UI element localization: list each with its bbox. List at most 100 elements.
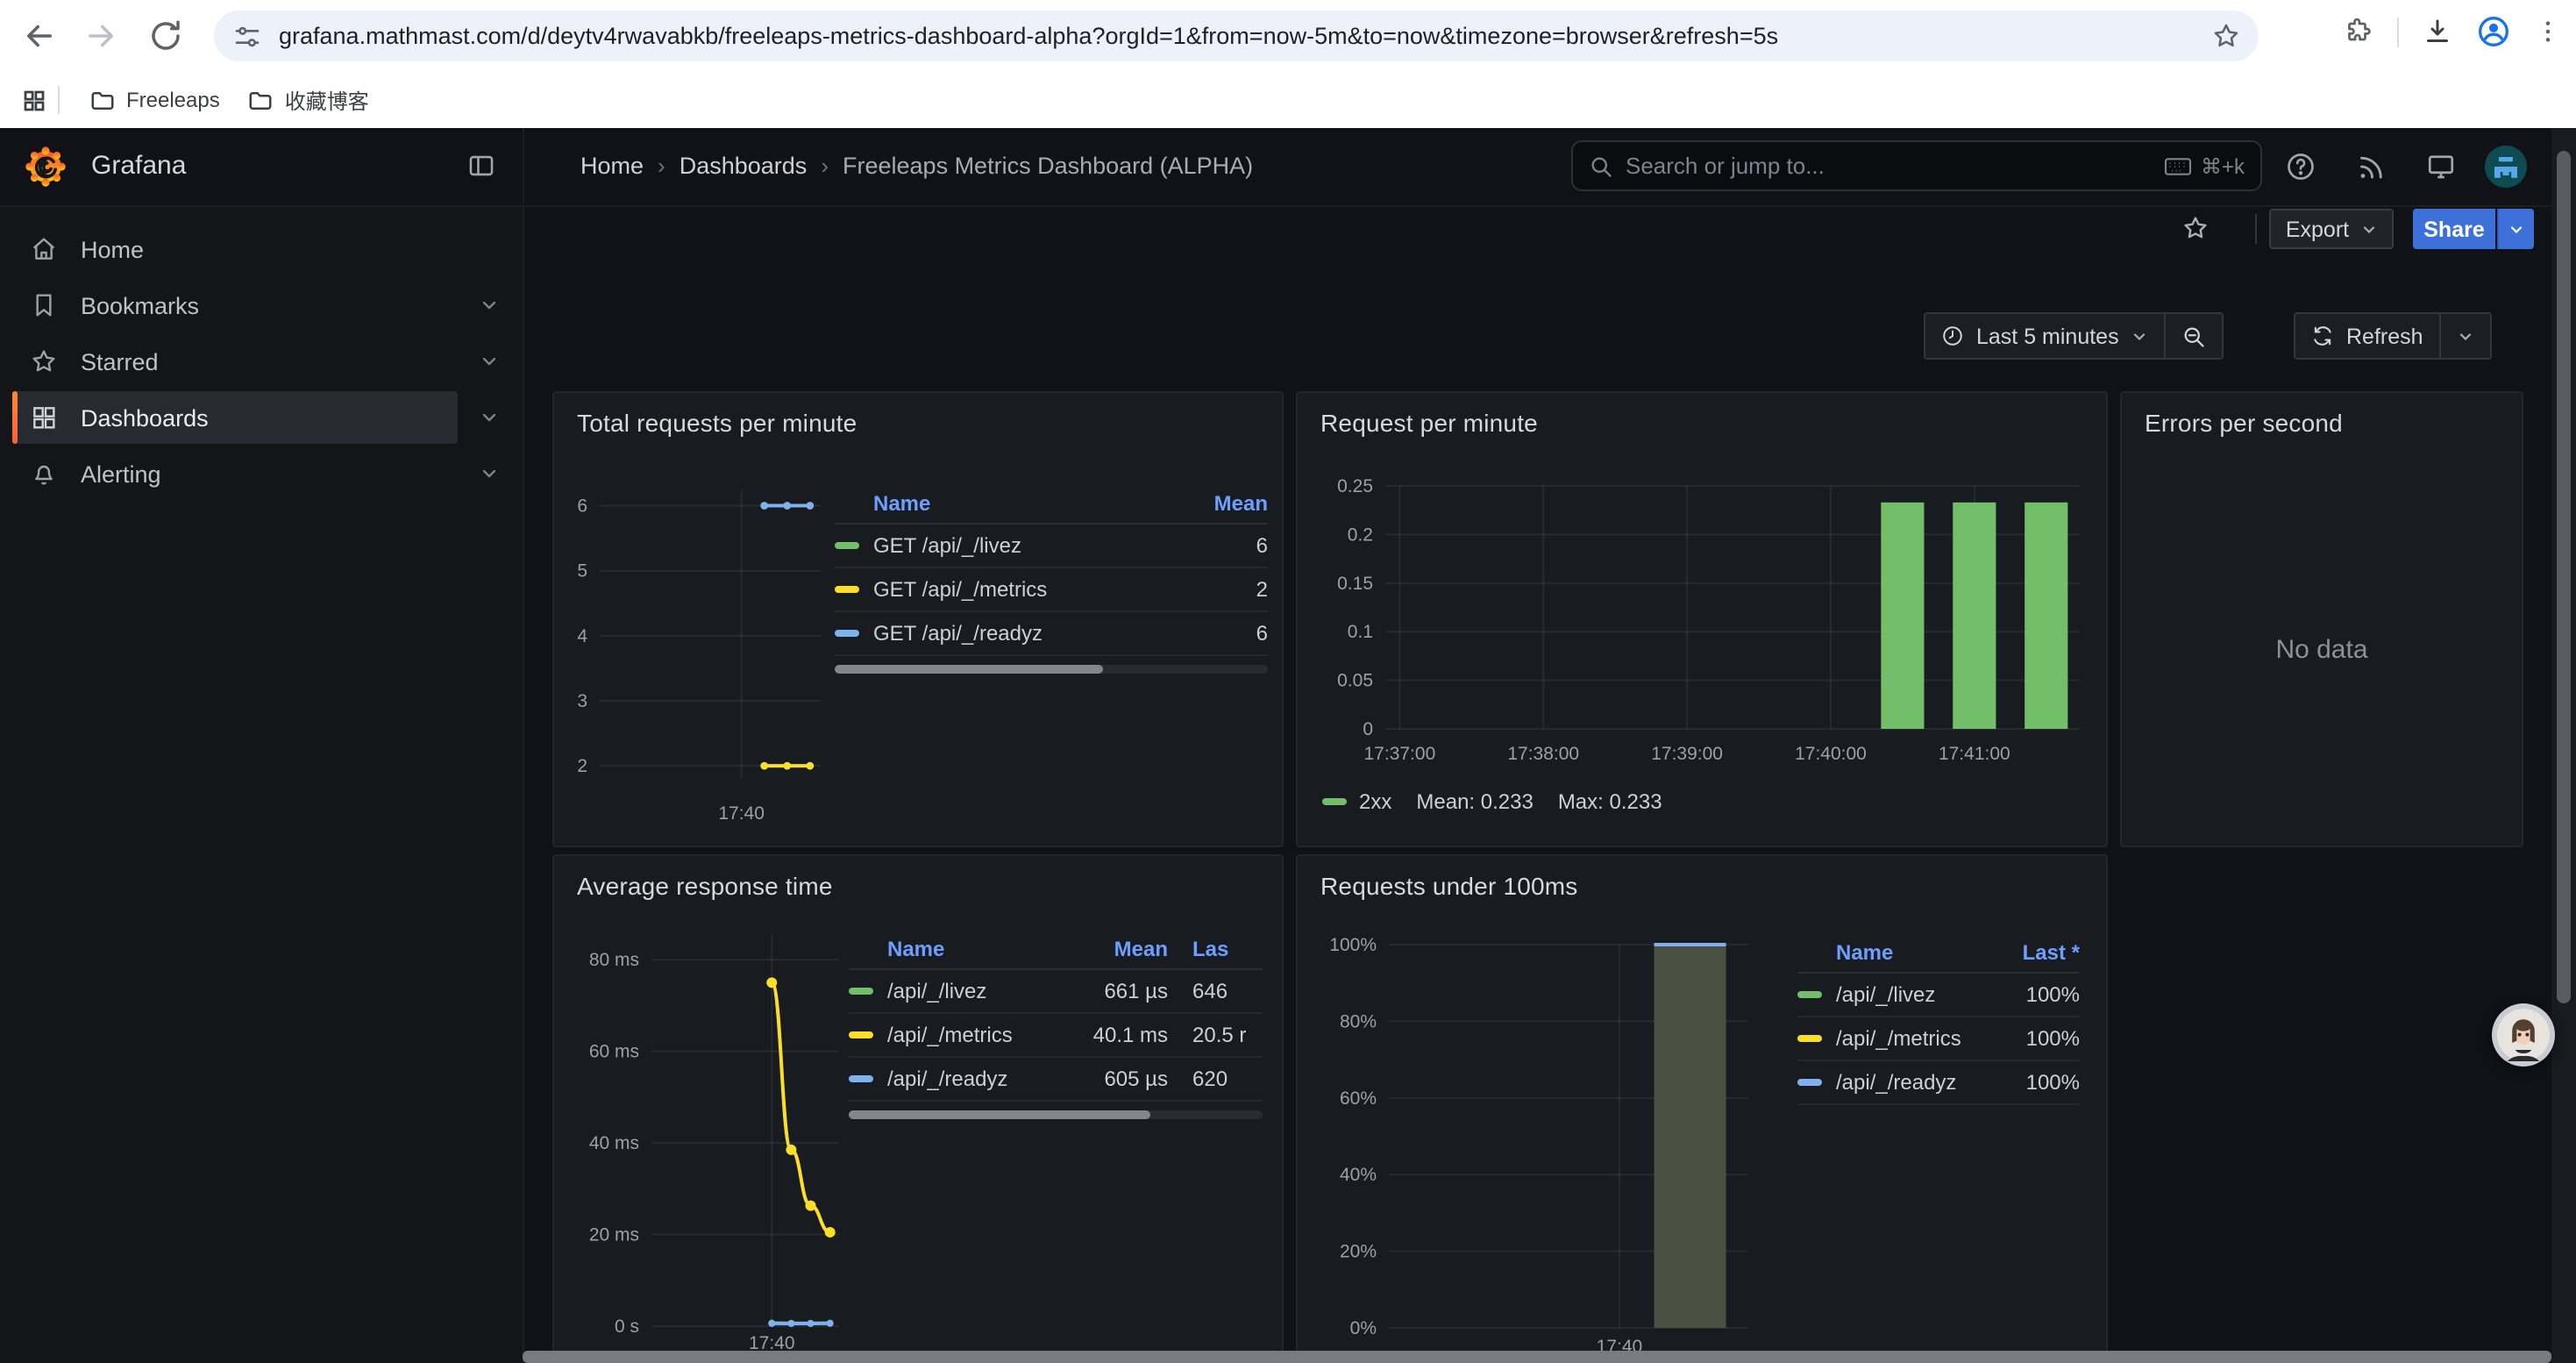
profile-icon[interactable] [2476,14,2511,49]
bookmark-star-icon[interactable] [2211,21,2241,51]
legend-col-name[interactable]: Name [849,937,1070,961]
chevron-down-icon[interactable] [479,351,500,372]
breadcrumb-dashboards[interactable]: Dashboards [680,153,808,179]
legend-row[interactable]: /api/_/metrics 40.1 ms 20.5 r [849,1014,1263,1058]
refresh-interval-button[interactable] [2441,314,2490,358]
chevron-down-icon[interactable] [479,463,500,484]
legend-table: Name Mean GET /api/_/livez 6 GET /api/_/… [835,484,1268,674]
brand-text: Grafana [91,151,186,181]
search-placeholder: Search or jump to... [1626,153,2164,179]
time-range-group: Last 5 minutes [1924,312,2224,360]
help-icon[interactable] [2285,151,2316,182]
panel-total-requests-per-minute[interactable]: Total requests per minute 2345617:40 Nam… [552,391,1284,847]
legend-row[interactable]: /api/_/livez 100% [1797,974,2080,1017]
sidebar-item-starred[interactable]: Starred [12,335,458,388]
grafana-topnav: Grafana Home Dashboards Freeleaps Metric… [0,128,2576,207]
apps-grid-icon[interactable] [21,87,47,113]
panel-requests-under-100ms[interactable]: Requests under 100ms 0%20%40%60%80%100%1… [1296,854,2108,1363]
legend-scrollbar[interactable] [835,665,1268,674]
chart-canvas[interactable]: 00.050.10.150.20.2517:37:0017:38:0017:39… [1298,393,2108,847]
browser-toolbar: grafana.mathmast.com/d/deytv4rwavabkb/fr… [0,0,2576,72]
legend-inline: 2xx Mean: 0.233 Max: 0.233 [1322,789,1662,814]
downloads-icon[interactable] [2422,16,2453,47]
address-bar[interactable]: grafana.mathmast.com/d/deytv4rwavabkb/fr… [214,11,2259,61]
export-button[interactable]: Export [2269,209,2394,249]
legend-col-name[interactable]: Name [1797,940,1996,965]
legend-row[interactable]: GET /api/_/readyz 6 [835,612,1268,656]
sidebar-item-home[interactable]: Home [12,223,458,275]
dashboard-main: Export Share Last 5 minutes Refresh [523,205,2576,1363]
legend-col-mean[interactable]: Mean [1184,491,1268,516]
zoom-out-button[interactable] [2167,314,2223,358]
sidebar-item-bookmarks[interactable]: Bookmarks [12,279,458,332]
floating-assistant-avatar[interactable] [2492,1003,2555,1067]
chevron-down-icon[interactable] [479,407,500,428]
panel-errors-per-second[interactable]: Errors per second No data [2120,391,2523,847]
sidebar-item-label: Starred [81,348,159,375]
legend-header: Name Mean [835,484,1268,525]
panel-request-per-minute[interactable]: Request per minute 00.050.10.150.20.2517… [1296,391,2108,847]
legend-col-mean[interactable]: Mean [1070,937,1168,961]
bookmark-folder-blogs[interactable]: 收藏博客 [234,80,383,120]
svg-text:40 ms: 40 ms [589,1133,639,1153]
legend-row[interactable]: /api/_/livez 661 µs 646 [849,970,1263,1014]
series-chip [849,988,873,995]
kiosk-monitor-icon[interactable] [2425,151,2457,182]
horizontal-scrollbar[interactable] [523,1351,2551,1363]
share-button[interactable]: Share [2413,209,2495,249]
legend-row[interactable]: /api/_/readyz 605 µs 620 [849,1058,1263,1102]
topnav-left: Grafana [0,128,524,203]
forward-icon[interactable] [82,18,119,54]
reload-icon[interactable] [147,18,184,54]
legend-row[interactable]: /api/_/metrics 100% [1797,1017,2080,1061]
legend-col-name[interactable]: Name [835,491,1184,516]
svg-text:60 ms: 60 ms [589,1042,639,1062]
svg-text:0.25: 0.25 [1337,476,1373,496]
sidebar-item-alerting[interactable]: Alerting [12,447,458,500]
breadcrumb-separator [658,153,665,179]
svg-text:17:40: 17:40 [718,803,765,824]
svg-text:0.2: 0.2 [1348,525,1373,545]
site-settings-icon[interactable] [233,22,261,50]
svg-text:17:38:00: 17:38:00 [1507,744,1579,764]
breadcrumb-home[interactable]: Home [580,153,644,179]
time-range-picker[interactable]: Last 5 minutes [1925,314,2165,358]
legend-header: Name Mean Las [849,930,1263,970]
panel-title[interactable]: Errors per second [2145,409,2343,437]
legend-col-last[interactable]: Last * [1996,940,2080,965]
svg-text:3: 3 [577,691,587,711]
folder-icon [89,87,116,113]
extensions-icon[interactable] [2343,16,2374,47]
svg-text:17:41:00: 17:41:00 [1939,744,2010,764]
search-input[interactable]: Search or jump to... ⌘+k [1571,140,2262,191]
panel-average-response-time[interactable]: Average response time 0 s20 ms40 ms60 ms… [552,854,1284,1363]
chevron-down-icon[interactable] [479,295,500,316]
legend-row[interactable]: GET /api/_/livez 6 [835,525,1268,568]
bookmark-label: Freeleaps [126,88,220,112]
vertical-scrollbar[interactable] [2551,128,2576,1363]
url-text[interactable]: grafana.mathmast.com/d/deytv4rwavabkb/fr… [279,23,2194,49]
legend-series-name[interactable]: 2xx [1359,789,1391,814]
sidebar-item-dashboards[interactable]: Dashboards [12,391,458,444]
news-rss-icon[interactable] [2355,151,2387,182]
dock-menu-icon[interactable] [466,151,496,181]
share-menu-button[interactable] [2497,209,2534,249]
bookmark-folder-freeleaps[interactable]: Freeleaps [75,82,234,118]
browser-menu-icon[interactable] [2534,18,2562,46]
legend-row[interactable]: /api/_/readyz 100% [1797,1061,2080,1105]
svg-text:17:40:00: 17:40:00 [1795,744,1867,764]
star-dashboard-icon[interactable] [2181,214,2210,242]
legend-row[interactable]: GET /api/_/metrics 2 [835,568,1268,612]
chart-canvas[interactable]: 0%20%40%60%80%100%17:40 [1298,856,2108,1363]
breadcrumb: Home Dashboards Freeleaps Metrics Dashbo… [580,153,1253,179]
legend-scrollbar[interactable] [849,1110,1263,1119]
grafana-logo[interactable] [23,144,68,189]
chevron-down-icon [2457,327,2474,345]
no-data-message: No data [2122,635,2522,665]
vertical-scrollbar-thumb[interactable] [2557,151,2571,1003]
user-avatar[interactable] [2485,146,2527,188]
legend-col-last[interactable]: Las [1192,937,1263,961]
refresh-button[interactable]: Refresh [2295,314,2439,358]
back-icon[interactable] [21,18,58,54]
horizontal-scrollbar-thumb[interactable] [523,1351,2551,1363]
